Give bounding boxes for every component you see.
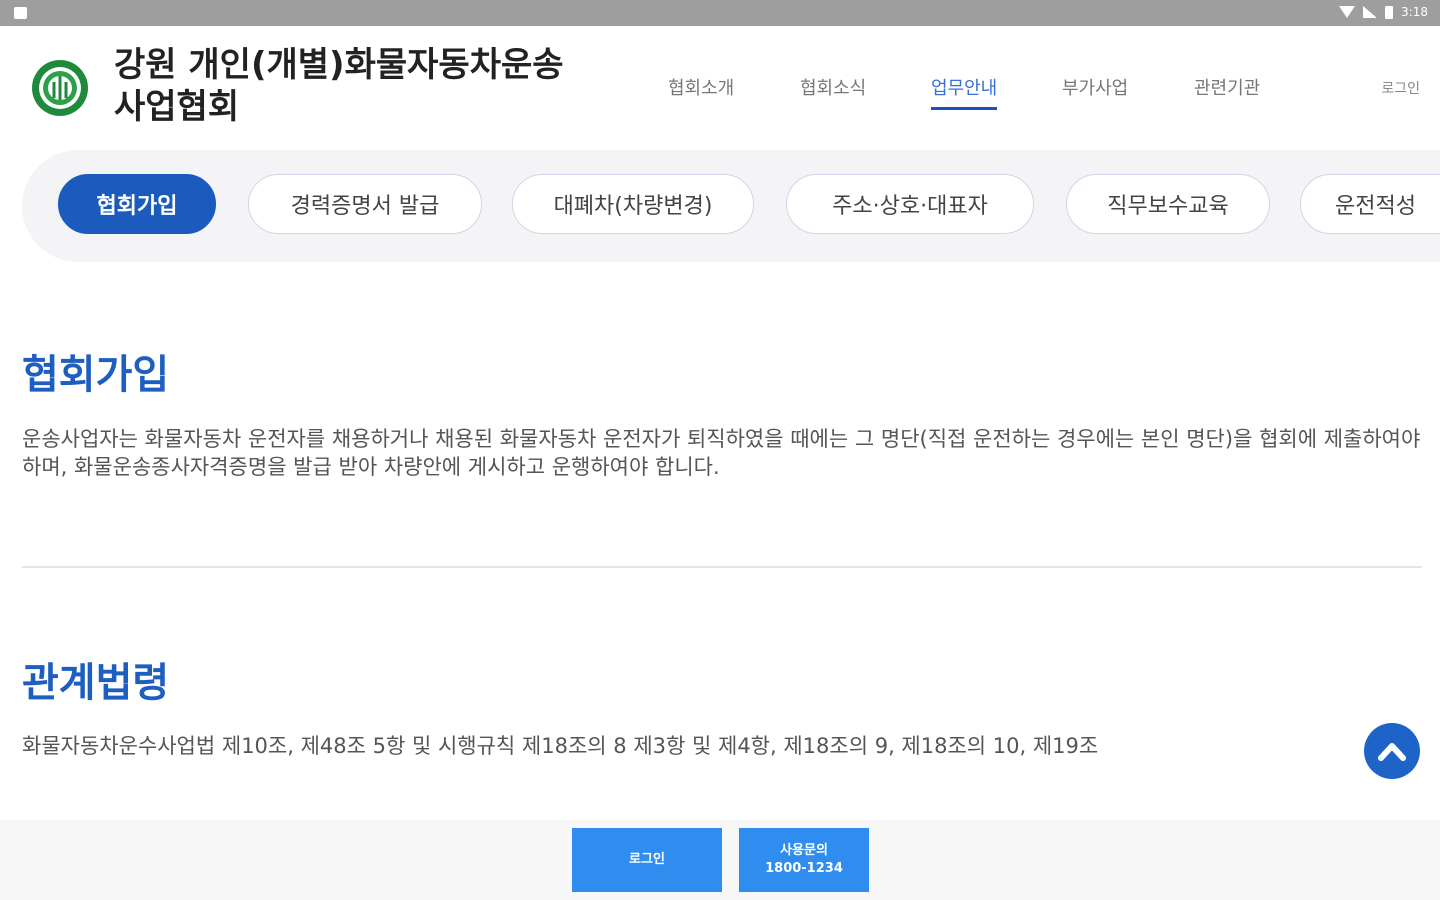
site-header: 강원 개인(개별)화물자동차운송 사업협회 협회소개 협회소식 업무안내 부가사… [0,26,1440,150]
header-login-link[interactable]: 로그인 [1381,78,1420,98]
section-divider [22,566,1422,568]
tab-vehicle-change[interactable]: 대폐차(차량변경) [512,174,754,234]
site-title-line1: 강원 개인(개별)화물자동차운송 [114,45,564,85]
nav-item-news[interactable]: 협회소식 [800,74,866,100]
chevron-up-icon [1378,743,1406,761]
status-bar: 3:18 [0,0,1440,26]
footer-inquiry-phone: 1800-1234 [765,861,843,876]
section-text-related-laws: 화물자동차운수사업법 제10조, 제48조 5항 및 시행규칙 제18조의 8 … [22,734,1099,758]
scroll-top-button[interactable] [1364,723,1420,779]
wifi-icon [1339,6,1356,18]
nav-item-about[interactable]: 협회소개 [668,74,734,100]
service-tab-bar: 협회가입 경력증명서 발급 대폐차(차량변경) 주소·상호·대표자 직무보수교육… [22,150,1440,262]
status-time: 3:18 [1401,5,1428,19]
notification-icon [14,7,27,19]
nav-item-services[interactable]: 업무안내 [931,74,998,110]
site-title[interactable]: 강원 개인(개별)화물자동차운송 사업협회 [114,44,614,128]
footer-login-button[interactable]: 로그인 [572,828,722,892]
battery-icon [1385,5,1394,19]
nav-item-related-orgs[interactable]: 관련기관 [1194,74,1260,100]
tab-address-change[interactable]: 주소·상호·대표자 [786,174,1034,234]
bottom-bar: 로그인 사용문의 1800-1234 [0,820,1440,900]
footer-inquiry-button[interactable]: 사용문의 1800-1234 [739,828,869,892]
association-logo-icon[interactable] [30,58,90,118]
footer-login-label: 로그인 [629,852,665,867]
status-icons: 3:18 [1339,5,1428,19]
nav-item-extra-business[interactable]: 부가사업 [1062,74,1128,100]
tab-membership[interactable]: 협회가입 [58,174,216,234]
tab-job-training[interactable]: 직무보수교육 [1066,174,1270,234]
tab-career-certificate[interactable]: 경력증명서 발급 [248,174,482,234]
footer-inquiry-label: 사용문의 [780,843,828,858]
section-title-related-laws: 관계법령 [22,660,170,706]
signal-icon [1363,6,1378,18]
tab-driving-aptitude[interactable]: 운전적성 [1300,174,1440,234]
section-title-membership: 협회가입 [22,352,170,398]
section-text-membership: 운송사업자는 화물자동차 운전자를 채용하거나 채용된 화물자동차 운전자가 퇴… [22,427,1421,479]
site-title-line2: 사업협회 [114,87,240,127]
